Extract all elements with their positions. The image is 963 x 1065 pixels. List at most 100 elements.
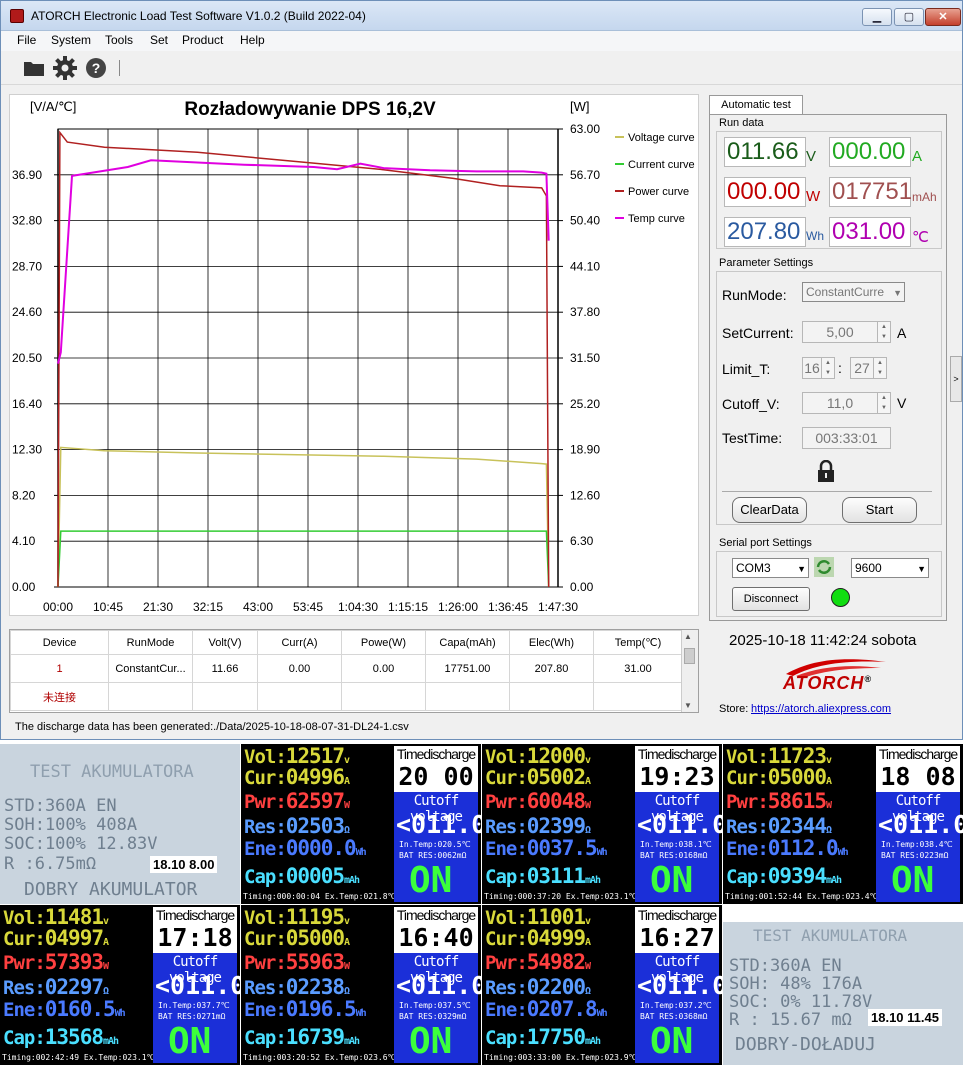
dl24-meter-photo: Vol:12000v Cur:05002A Pwr:60048W Res:023… [482, 744, 722, 904]
folder-icon[interactable] [22, 56, 46, 80]
limit-hours-spinner[interactable]: ▲ ▼ [821, 357, 835, 379]
meter-cur-label: Cur: [726, 767, 769, 789]
start-button[interactable]: Start [842, 497, 917, 523]
meter-batres-unit: mΩ [697, 1012, 708, 1021]
meter-timing: Timing:002:42:49 Ex.Temp:023.1℃ [2, 1053, 156, 1062]
help-icon[interactable]: ? [84, 56, 108, 80]
lock-icon[interactable] [816, 460, 836, 482]
baud-select[interactable]: 9600 ▼ [851, 558, 929, 578]
left-tick-label: 8.20 [12, 488, 36, 502]
disconnect-button[interactable]: Disconnect [732, 587, 810, 611]
meter-batres-value: 0062 [437, 851, 457, 860]
meter-timing-label: Timing: [243, 892, 277, 901]
meter-intemp-unit: ℃ [220, 1001, 230, 1010]
cutoff-v-label: Cutoff_V: [722, 396, 780, 412]
scroll-up-icon[interactable]: ▲ [684, 632, 692, 641]
port-select[interactable]: COM3 ▼ [732, 558, 809, 578]
menu-product[interactable]: Product [182, 33, 223, 47]
meter-batres-unit: mΩ [456, 1012, 467, 1021]
current-display: 000.00 [829, 137, 911, 167]
chart-title: Rozładowywanie DPS 16,2V [184, 99, 436, 120]
meter-cap-label: Cap: [485, 1027, 528, 1049]
col-capacity[interactable]: Capa(mAh) [425, 630, 510, 655]
meter-timing: Timing:003:20:52 Ex.Temp:023.6℃ [243, 1053, 397, 1062]
maximize-button[interactable]: ▢ [894, 8, 924, 26]
meter-pwr-value: 62597 [285, 789, 345, 813]
meter-pwr-value: 54982 [526, 950, 586, 974]
table-scrollbar[interactable]: ▲ ▼ [681, 630, 698, 712]
meter-extemp-label: Ex.Temp: [806, 892, 846, 901]
right-tick-label: 25.20 [570, 397, 600, 411]
meter-cur-value: 05002 [526, 765, 586, 789]
store-link[interactable]: https://atorch.aliexpress.com [751, 703, 891, 715]
meter-cap-row: Cap:13568mAh [3, 1025, 119, 1049]
window-title: ATORCH Electronic Load Test Software V1.… [31, 9, 366, 23]
right-tick-label: 6.30 [570, 534, 594, 548]
gear-icon[interactable] [53, 56, 77, 80]
menu-set[interactable]: Set [150, 33, 168, 47]
x-tick-label: 1:36:45 [488, 600, 528, 614]
meter-intemp-label: In.Temp: [881, 840, 920, 849]
close-button[interactable]: ✕ [925, 8, 961, 26]
meter-res-value: 02200 [526, 975, 586, 999]
limit-hours-input[interactable]: 16 [802, 357, 822, 379]
col-power[interactable]: Powe(W) [341, 630, 426, 655]
menu-system[interactable]: System [51, 33, 91, 47]
menu-tools[interactable]: Tools [105, 33, 133, 47]
cell-temp [593, 682, 683, 711]
meter-ene-row: Ene:0000.0Wh [244, 836, 367, 860]
setcurrent-input[interactable]: 5,00 [802, 321, 878, 343]
meter-res-unit: Ω [343, 825, 350, 836]
meter-time-value: 17:18 [153, 923, 237, 953]
tester-footer: DOBRY-DOŁADUJ [735, 1034, 876, 1055]
table-row[interactable]: 1 ConstantCur... 11.66 0.00 0.00 17751.0… [10, 654, 683, 683]
runmode-select[interactable]: ConstantCurre ▼ [802, 282, 905, 302]
meter-cap-label: Cap: [726, 866, 769, 888]
table-row[interactable]: 未连接 [10, 682, 683, 711]
meter-on-status: ON [409, 860, 453, 901]
meter-batres-label: BAT RES: [158, 1012, 197, 1021]
logo-text: ATORCH [783, 673, 865, 693]
setcurrent-spinner[interactable]: ▲ ▼ [877, 321, 891, 343]
col-temp[interactable]: Temp(℃) [593, 630, 683, 655]
minimize-button[interactable]: ▁ [862, 8, 892, 26]
meter-pwr-value: 60048 [526, 789, 586, 813]
col-volt[interactable]: Volt(V) [192, 630, 258, 655]
meter-intemp-label: In.Temp: [158, 1001, 197, 1010]
meter-cur-label: Cur: [3, 928, 46, 950]
cutoff-v-input[interactable]: 11,0 [802, 392, 878, 414]
limit-minutes-input[interactable]: 27 [850, 357, 874, 379]
clear-data-button[interactable]: ClearData [732, 497, 807, 523]
tester-line: SOH: 48% 176A [729, 974, 863, 994]
tab-automatic-test[interactable]: Automatic test [709, 95, 803, 115]
col-runmode[interactable]: RunMode [108, 630, 193, 655]
side-collapse-tab[interactable]: > [950, 356, 962, 402]
title-bar[interactable]: ATORCH Electronic Load Test Software V1.… [1, 1, 962, 31]
meter-timedischarge-label: Timedischarge [394, 746, 478, 762]
scroll-thumb[interactable] [684, 648, 695, 664]
refresh-icon[interactable] [814, 557, 834, 577]
meter-cap-unit: mAh [584, 875, 601, 886]
menu-help[interactable]: Help [240, 33, 265, 47]
tester-line: SOC: 0% 11.78V [729, 992, 873, 1012]
col-energy[interactable]: Elec(Wh) [509, 630, 594, 655]
right-tick-label: 12.60 [570, 488, 600, 502]
meter-cutoff-value: <011.0v [396, 971, 481, 1000]
capacity-unit: mAh [912, 190, 937, 204]
meter-res-label: Res: [485, 977, 528, 999]
meter-intemp-unit: ℃ [702, 1001, 712, 1010]
col-curr[interactable]: Curr(A) [257, 630, 342, 655]
menu-file[interactable]: File [17, 33, 36, 47]
limit-minutes-spinner[interactable]: ▲ ▼ [873, 357, 887, 379]
meter-timing-label: Timing: [243, 1053, 277, 1062]
meter-ene-label: Ene: [244, 838, 287, 860]
meter-res-value: 02399 [526, 814, 586, 838]
scroll-down-icon[interactable]: ▼ [684, 701, 692, 710]
meter-cap-row: Cap:09394mAh [726, 864, 842, 888]
setcurrent-label: SetCurrent: [722, 325, 794, 341]
left-tick-label: 28.70 [12, 259, 42, 273]
meter-res-label: Res: [244, 977, 287, 999]
meter-cur-row: Cur:04997A [3, 926, 109, 950]
cutoff-v-spinner[interactable]: ▲ ▼ [877, 392, 891, 414]
col-device[interactable]: Device [10, 630, 109, 655]
